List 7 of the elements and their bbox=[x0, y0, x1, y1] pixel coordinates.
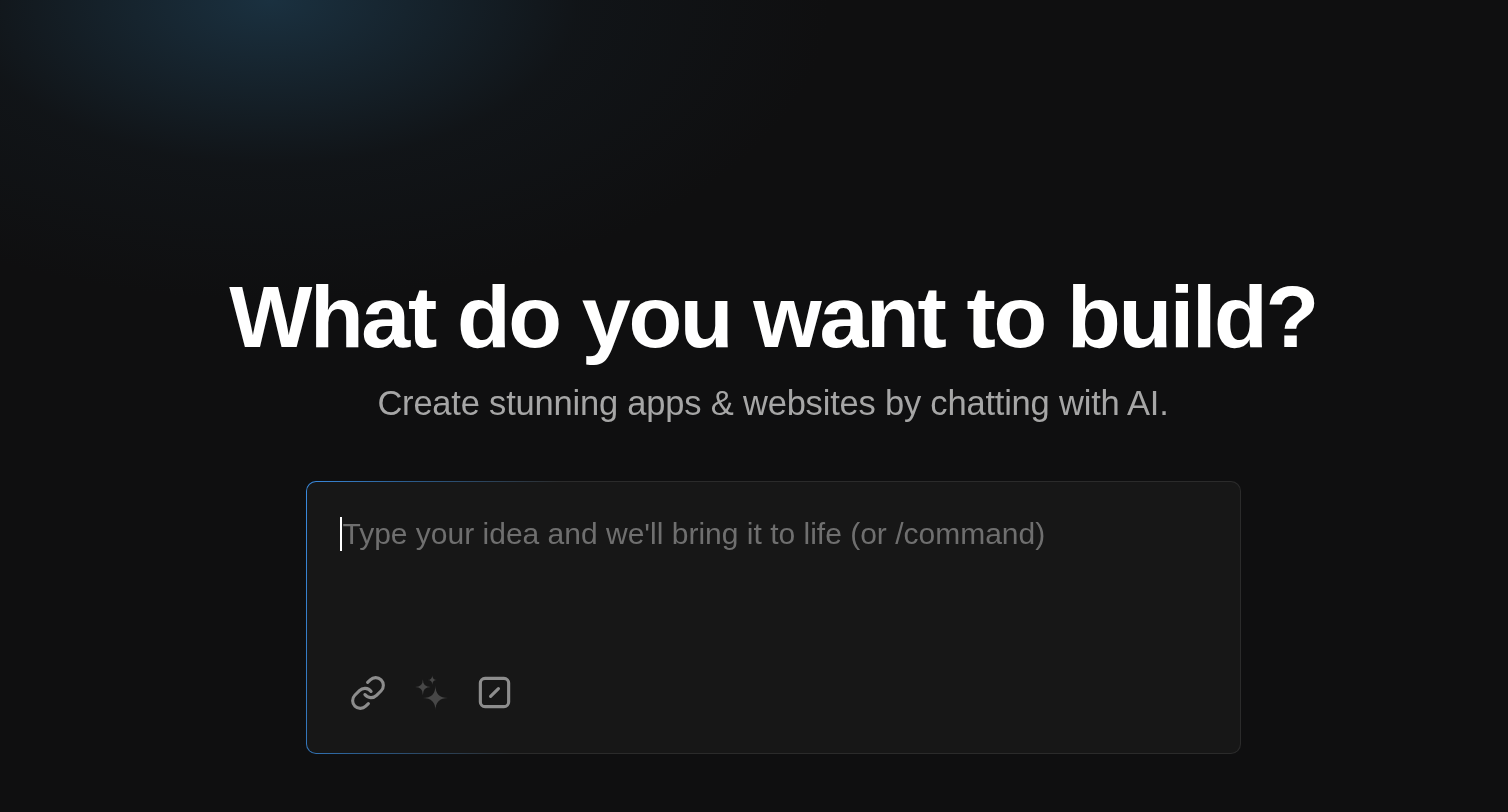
prompt-input[interactable]: Type your idea and we'll bring it to life (or /command) bbox=[341, 515, 1206, 588]
page-heading: What do you want to build? bbox=[229, 266, 1317, 368]
link-button[interactable] bbox=[350, 675, 385, 710]
slash-square-icon bbox=[477, 676, 511, 710]
slash-square-button[interactable] bbox=[477, 676, 511, 710]
link-icon bbox=[350, 675, 385, 710]
page-subtitle: Create stunning apps & websites by chatting with AI. bbox=[377, 384, 1169, 424]
